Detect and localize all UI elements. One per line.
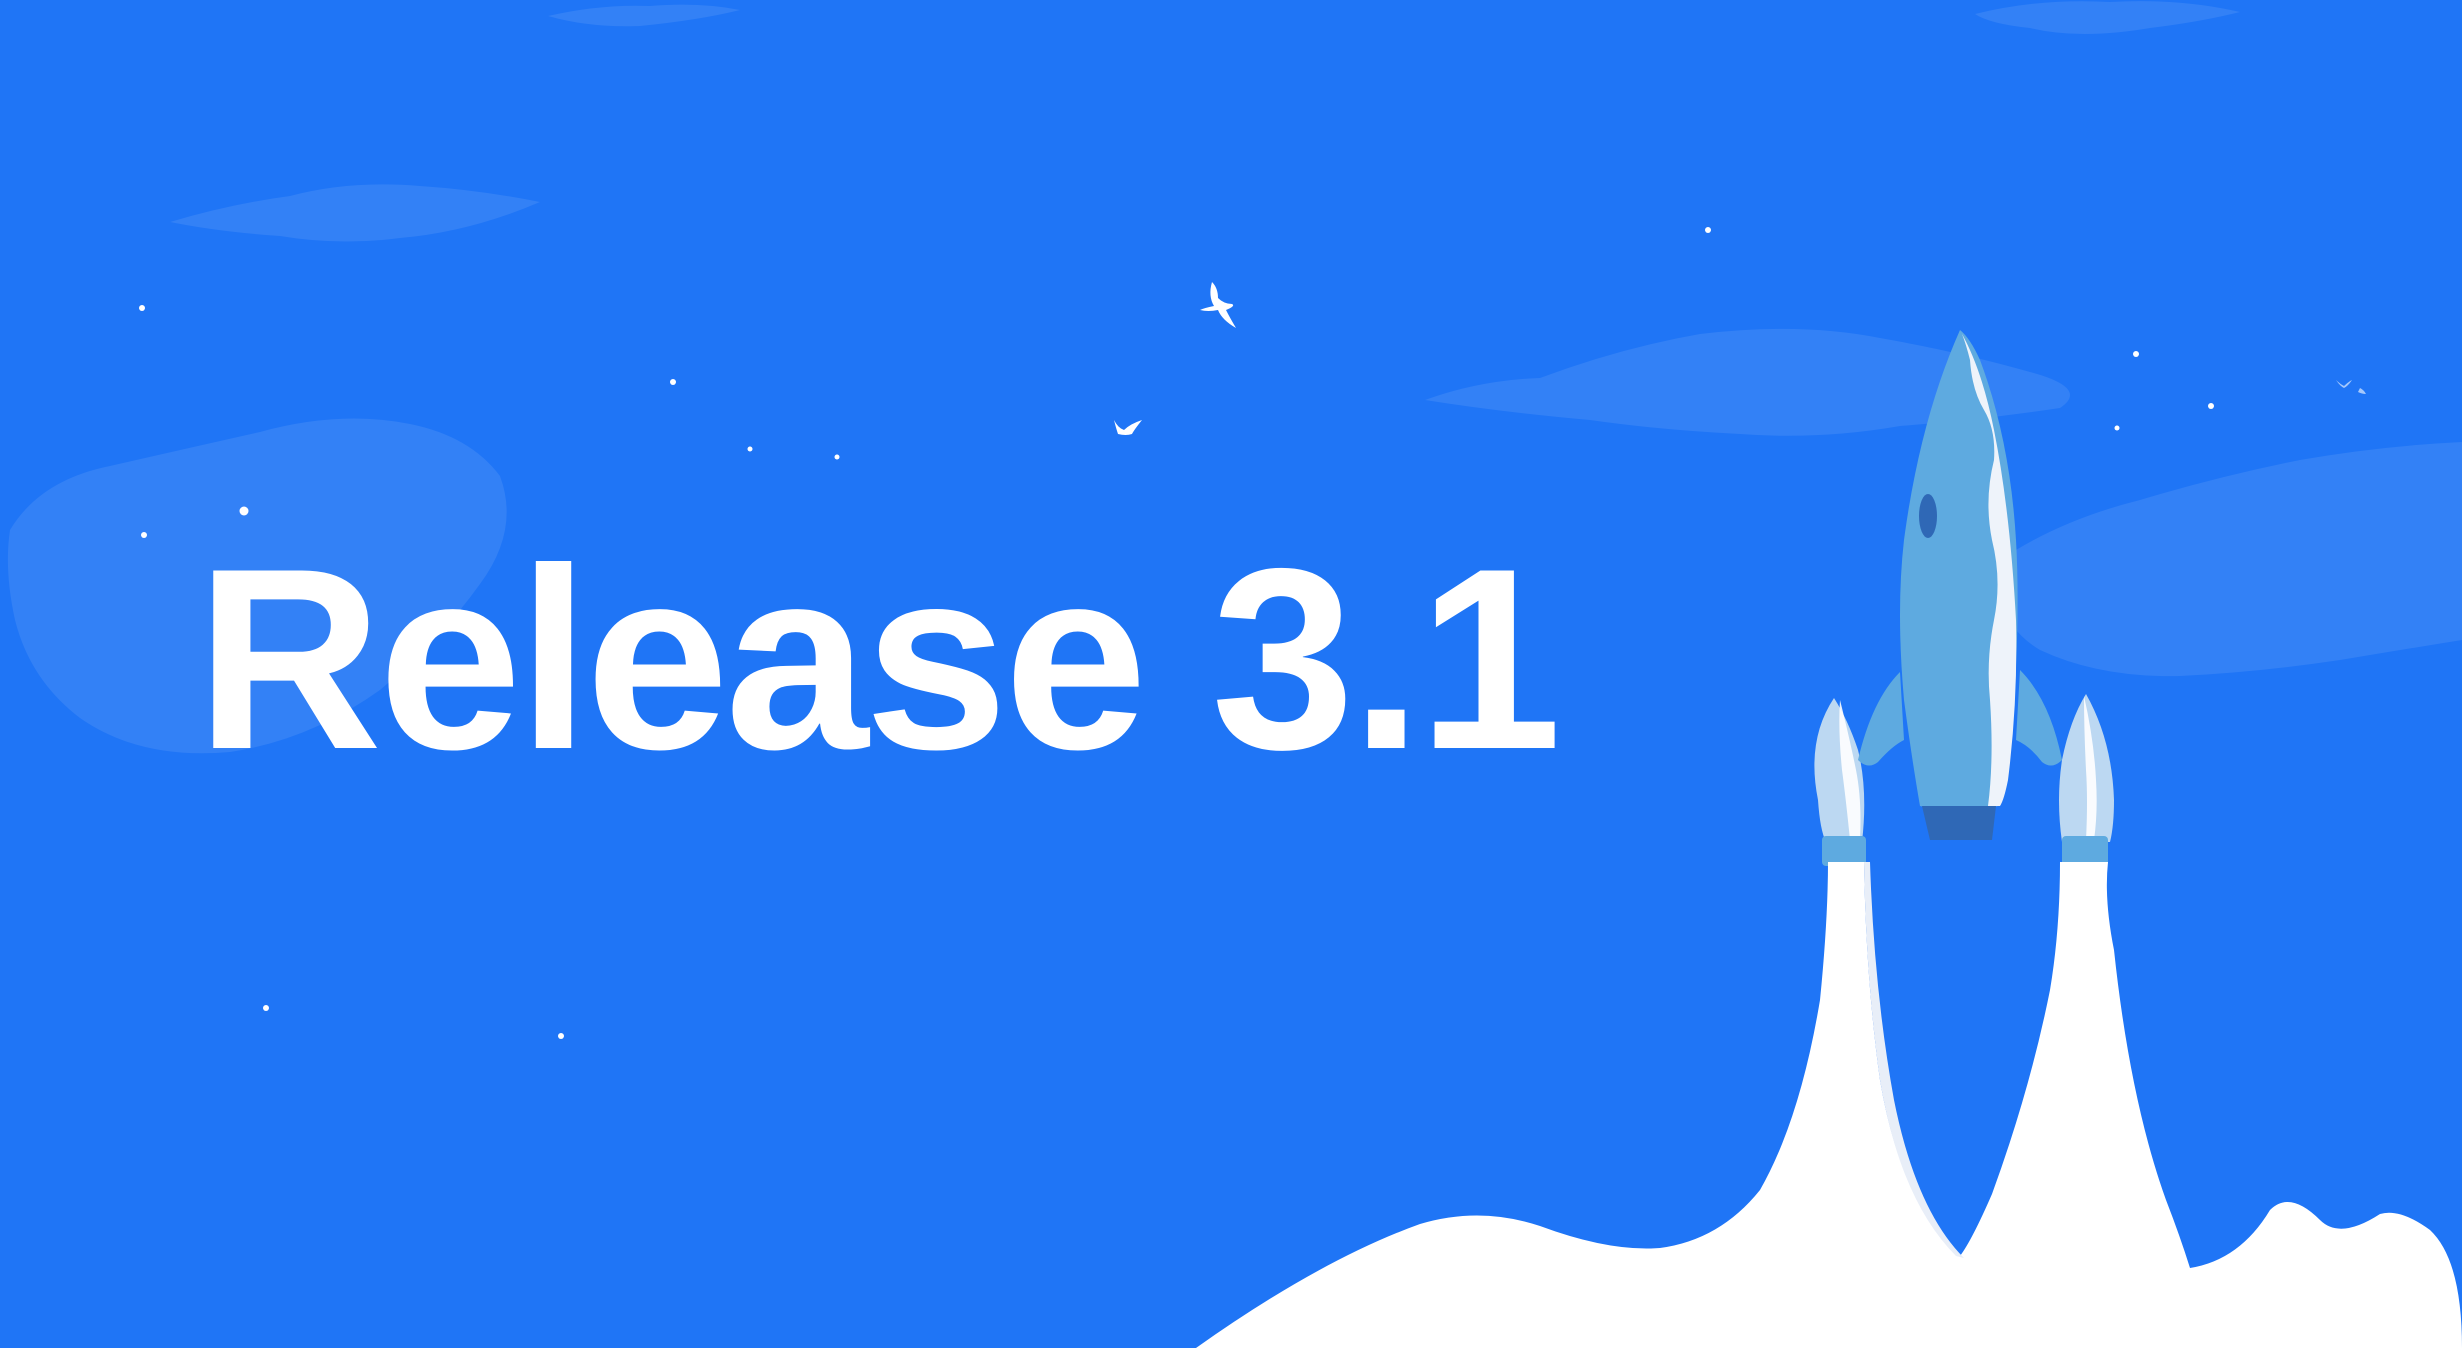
star-icon bbox=[670, 379, 676, 385]
star-icon bbox=[2114, 425, 2120, 431]
cloud-shape bbox=[1975, 1, 2240, 35]
cloud-shape bbox=[170, 184, 540, 242]
star-icon bbox=[558, 1033, 564, 1039]
star-icon bbox=[263, 1005, 269, 1011]
star-icon bbox=[2133, 351, 2139, 357]
cloud-shape bbox=[1998, 442, 2462, 677]
release-banner: Release 3.1 bbox=[0, 0, 2462, 1348]
star-icon bbox=[141, 532, 147, 538]
star-icon bbox=[139, 305, 145, 311]
star-icon bbox=[834, 454, 840, 460]
bird-icon bbox=[1114, 420, 1142, 435]
star-icon bbox=[747, 446, 753, 452]
release-title: Release 3.1 bbox=[196, 514, 1562, 803]
smoke-plume bbox=[1196, 862, 2462, 1348]
bird-icon bbox=[2358, 388, 2366, 394]
bird-icon bbox=[2336, 380, 2352, 388]
star-icon bbox=[2208, 403, 2214, 409]
cloud-shape bbox=[548, 4, 740, 27]
star-icon bbox=[1705, 227, 1711, 233]
bird-icon bbox=[1200, 282, 1236, 328]
